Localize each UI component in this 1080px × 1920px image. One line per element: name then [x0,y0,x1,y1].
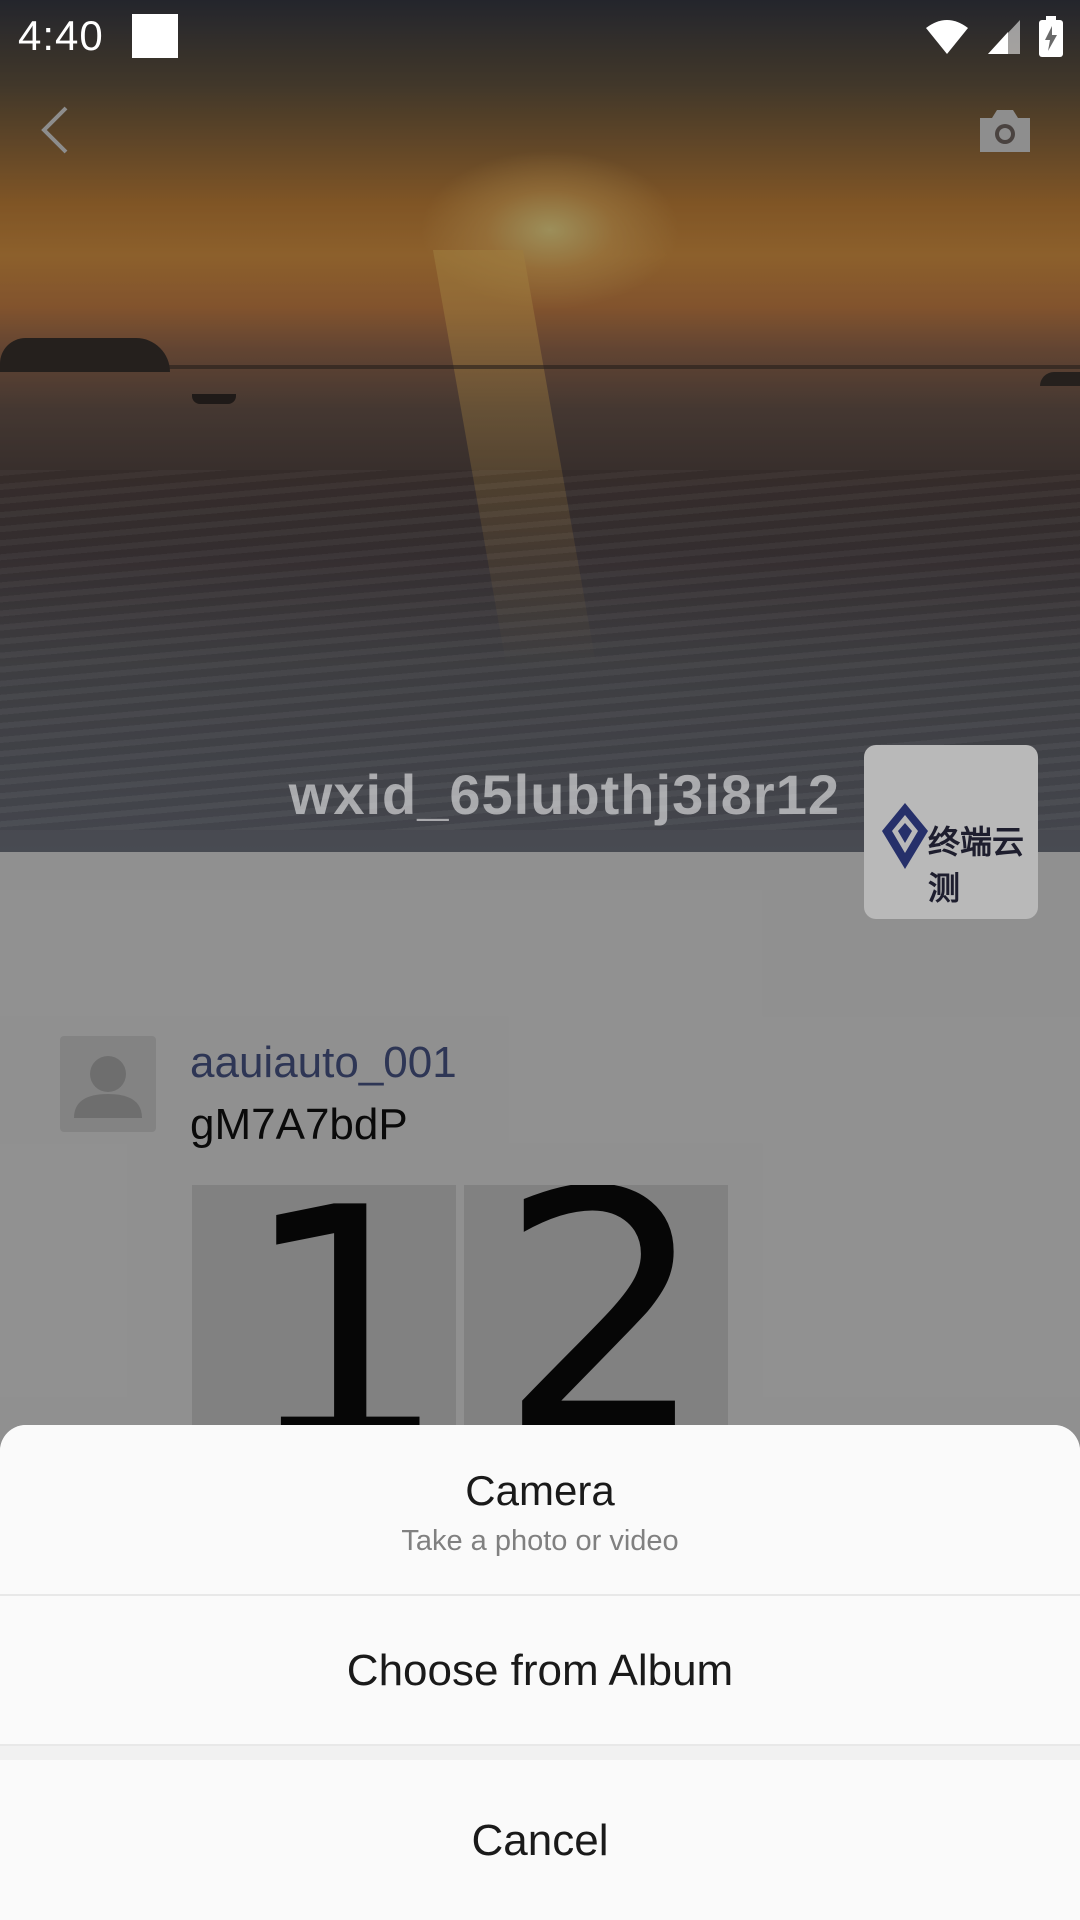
camera-option[interactable]: Camera Take a photo or video [0,1425,1080,1594]
chevron-left-icon[interactable] [36,104,72,156]
camera-option-subtitle: Take a photo or video [401,1525,679,1557]
choose-from-album-option[interactable]: Choose from Album [0,1596,1080,1746]
profile-username: wxid_65lubthj3i8r12 [288,763,840,826]
cover-photo[interactable] [0,0,1080,852]
battery-charging-icon [1039,16,1063,57]
status-icons [924,16,1064,58]
cancel-button[interactable]: Cancel [0,1760,1080,1920]
camera-option-title: Camera [465,1467,615,1514]
wifi-icon [926,20,968,54]
status-bar: 4:40 [0,0,1080,76]
cancel-label: Cancel [471,1816,609,1865]
status-time: 4:40 [18,12,104,59]
overlay-dim [0,0,1080,852]
action-sheet: Camera Take a photo or video Choose from… [0,1425,1080,1920]
signal-icon [988,20,1020,54]
logo-icon [882,803,928,869]
album-option-label: Choose from Album [346,1646,734,1695]
profile-avatar[interactable]: 终端云测 [864,745,1038,919]
camera-icon[interactable] [976,106,1034,154]
notification-icon [132,14,178,58]
logo-text: 终端云测 [928,823,1025,907]
sheet-gap [0,1746,1080,1760]
